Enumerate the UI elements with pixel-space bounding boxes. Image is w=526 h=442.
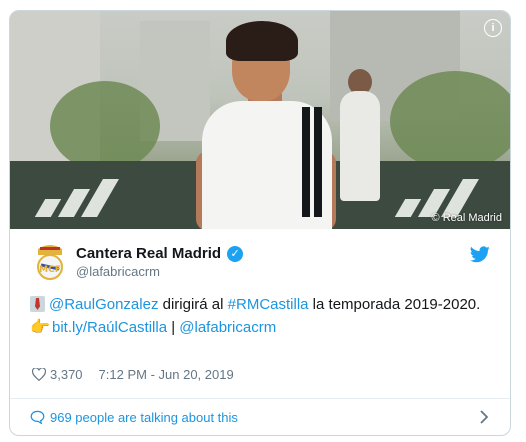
photo-watermark: © Real Madrid: [431, 212, 502, 224]
info-icon[interactable]: i: [484, 19, 502, 37]
real-madrid-crest-avatar[interactable]: MCF: [32, 243, 68, 283]
author-name-text: Cantera Real Madrid: [76, 245, 222, 262]
tweet-text-part: la temporada 2019-2020.: [308, 296, 481, 313]
chevron-right-icon[interactable]: [480, 410, 488, 424]
author-name[interactable]: Cantera Real Madrid ✓: [76, 245, 244, 262]
mention-link[interactable]: @RaulGonzalez: [49, 296, 158, 313]
background-tree: [50, 81, 160, 171]
tweet-text-part: dirigirá al: [158, 296, 228, 313]
background-tree: [390, 71, 510, 171]
link-separator: |: [167, 319, 180, 336]
twitter-bird-icon[interactable]: [470, 246, 490, 263]
adidas-logo: [30, 177, 140, 217]
heart-icon[interactable]: [32, 368, 46, 381]
tweet-photo[interactable]: i © Real Madrid: [10, 11, 510, 229]
url-link[interactable]: bit.ly/RaúlCastilla: [52, 319, 167, 336]
verified-icon: ✓: [227, 245, 244, 262]
hashtag-link[interactable]: #RMCastilla: [228, 296, 309, 313]
tweet-meta: 3,370 7:12 PM - Jun 20, 2019: [32, 367, 234, 382]
svg-text:MCF: MCF: [39, 265, 61, 275]
tweet-text: @RaulGonzalez dirigirá al #RMCastilla la…: [30, 293, 490, 339]
player-hair: [226, 21, 298, 61]
player-shirt: [202, 101, 332, 229]
author-handle[interactable]: @lafabricacrm: [76, 264, 160, 279]
tweet-timestamp[interactable]: 7:12 PM - Jun 20, 2019: [99, 367, 234, 382]
like-count[interactable]: 3,370: [50, 367, 83, 382]
necktie-emoji-icon: [30, 296, 45, 312]
point-right-emoji-icon: 👉: [30, 319, 50, 336]
mention-link[interactable]: @lafabricacrm: [179, 319, 276, 336]
adidas-logo: [390, 177, 500, 217]
conversation-link[interactable]: 969 people are talking about this: [10, 399, 510, 435]
background-person: [340, 91, 380, 201]
tweet-card[interactable]: i © Real Madrid MCF Cantera Real Madrid …: [9, 10, 511, 436]
conversation-label: 969 people are talking about this: [50, 409, 238, 425]
shirt-stripe: [314, 107, 322, 217]
speech-bubble-icon: [30, 410, 45, 424]
shirt-stripe: [302, 107, 310, 217]
